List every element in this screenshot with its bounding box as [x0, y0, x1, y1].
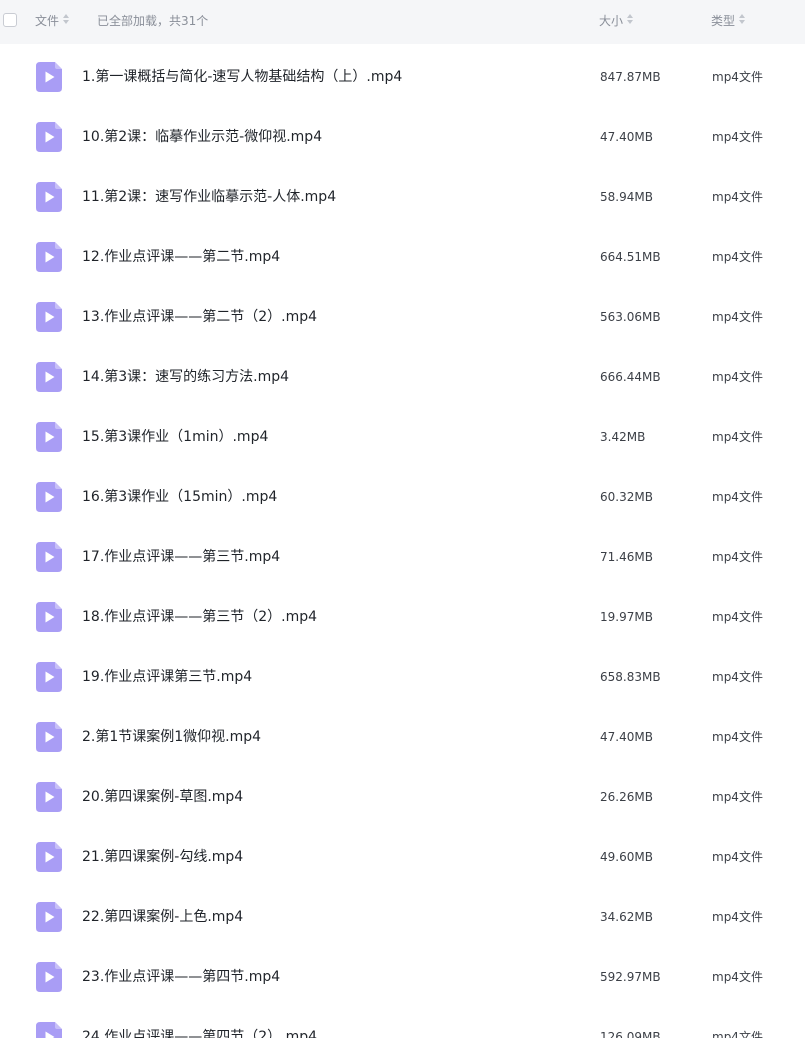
file-row[interactable]: 10.第2课：临摹作业示范-微仰视.mp4 47.40MB mp4文件: [0, 107, 805, 167]
video-file-icon: [36, 422, 62, 452]
file-row[interactable]: 11.第2课：速写作业临摹示范-人体.mp4 58.94MB mp4文件: [0, 167, 805, 227]
file-size: 658.83MB: [600, 670, 661, 684]
file-size: 126.09MB: [600, 1030, 661, 1038]
file-type: mp4文件: [712, 490, 763, 504]
file-type: mp4文件: [712, 190, 763, 204]
file-type: mp4文件: [712, 970, 763, 984]
video-file-icon: [36, 362, 62, 392]
file-list: 1.第一课概括与简化-速写人物基础结构（上）.mp4 847.87MB mp4文件 1…: [0, 0, 805, 1038]
video-file-icon: [36, 122, 62, 152]
file-name[interactable]: 17.作业点评课——第三节.mp4: [82, 547, 280, 567]
file-size: 666.44MB: [600, 370, 661, 384]
video-file-icon: [36, 722, 62, 752]
file-size: 563.06MB: [600, 310, 661, 324]
file-name[interactable]: 11.第2课：速写作业临摹示范-人体.mp4: [82, 187, 336, 207]
file-type: mp4文件: [712, 430, 763, 444]
file-row[interactable]: 20.第四课案例-草图.mp4 26.26MB mp4文件: [0, 767, 805, 827]
file-name[interactable]: 22.第四课案例-上色.mp4: [82, 907, 243, 927]
file-type: mp4文件: [712, 610, 763, 624]
file-name[interactable]: 20.第四课案例-草图.mp4: [82, 787, 243, 807]
file-name[interactable]: 1.第一课概括与简化-速写人物基础结构（上）.mp4: [82, 67, 402, 87]
file-row[interactable]: 22.第四课案例-上色.mp4 34.62MB mp4文件: [0, 887, 805, 947]
file-row[interactable]: 19.作业点评课第三节.mp4 658.83MB mp4文件: [0, 647, 805, 707]
file-row[interactable]: 14.第3课：速写的练习方法.mp4 666.44MB mp4文件: [0, 347, 805, 407]
file-name[interactable]: 15.第3课作业（1min）.mp4: [82, 427, 268, 447]
file-type: mp4文件: [712, 790, 763, 804]
file-type: mp4文件: [712, 910, 763, 924]
video-file-icon: [36, 782, 62, 812]
file-row[interactable]: 15.第3课作业（1min）.mp4 3.42MB mp4文件: [0, 407, 805, 467]
file-name[interactable]: 18.作业点评课——第三节（2）.mp4: [82, 607, 317, 627]
file-name[interactable]: 12.作业点评课——第二节.mp4: [82, 247, 280, 267]
video-file-icon: [36, 602, 62, 632]
file-row[interactable]: 13.作业点评课——第二节（2）.mp4 563.06MB mp4文件: [0, 287, 805, 347]
file-type: mp4文件: [712, 550, 763, 564]
video-file-icon: [36, 482, 62, 512]
video-file-icon: [36, 242, 62, 272]
file-row[interactable]: 21.第四课案例-勾线.mp4 49.60MB mp4文件: [0, 827, 805, 887]
video-file-icon: [36, 842, 62, 872]
file-type: mp4文件: [712, 1030, 763, 1038]
file-size: 19.97MB: [600, 610, 653, 624]
file-row[interactable]: 18.作业点评课——第三节（2）.mp4 19.97MB mp4文件: [0, 587, 805, 647]
video-file-icon: [36, 962, 62, 992]
file-name[interactable]: 14.第3课：速写的练习方法.mp4: [82, 367, 289, 387]
file-type: mp4文件: [712, 730, 763, 744]
video-file-icon: [36, 902, 62, 932]
file-row[interactable]: 23.作业点评课——第四节.mp4 592.97MB mp4文件: [0, 947, 805, 1007]
video-file-icon: [36, 662, 62, 692]
file-row[interactable]: 16.第3课作业（15min）.mp4 60.32MB mp4文件: [0, 467, 805, 527]
file-size: 47.40MB: [600, 130, 653, 144]
file-size: 60.32MB: [600, 490, 653, 504]
file-size: 847.87MB: [600, 70, 661, 84]
file-size: 3.42MB: [600, 430, 646, 444]
file-row[interactable]: 1.第一课概括与简化-速写人物基础结构（上）.mp4 847.87MB mp4文件: [0, 47, 805, 107]
file-name[interactable]: 2.第1节课案例1微仰视.mp4: [82, 727, 261, 747]
file-name[interactable]: 24.作业点评课——第四节（2）.mp4: [82, 1027, 317, 1038]
video-file-icon: [36, 302, 62, 332]
file-size: 592.97MB: [600, 970, 661, 984]
file-type: mp4文件: [712, 310, 763, 324]
file-type: mp4文件: [712, 70, 763, 84]
file-type: mp4文件: [712, 370, 763, 384]
file-name[interactable]: 10.第2课：临摹作业示范-微仰视.mp4: [82, 127, 322, 147]
file-type: mp4文件: [712, 670, 763, 684]
file-name[interactable]: 21.第四课案例-勾线.mp4: [82, 847, 243, 867]
file-size: 49.60MB: [600, 850, 653, 864]
file-name[interactable]: 23.作业点评课——第四节.mp4: [82, 967, 280, 987]
video-file-icon: [36, 182, 62, 212]
file-size: 26.26MB: [600, 790, 653, 804]
file-size: 71.46MB: [600, 550, 653, 564]
video-file-icon: [36, 542, 62, 572]
file-name[interactable]: 19.作业点评课第三节.mp4: [82, 667, 252, 687]
file-size: 58.94MB: [600, 190, 653, 204]
file-type: mp4文件: [712, 850, 763, 864]
file-row[interactable]: 2.第1节课案例1微仰视.mp4 47.40MB mp4文件: [0, 707, 805, 767]
file-type: mp4文件: [712, 250, 763, 264]
file-row[interactable]: 17.作业点评课——第三节.mp4 71.46MB mp4文件: [0, 527, 805, 587]
file-name[interactable]: 13.作业点评课——第二节（2）.mp4: [82, 307, 317, 327]
file-type: mp4文件: [712, 130, 763, 144]
file-row[interactable]: 12.作业点评课——第二节.mp4 664.51MB mp4文件: [0, 227, 805, 287]
file-row[interactable]: 24.作业点评课——第四节（2）.mp4 126.09MB mp4文件: [0, 1007, 805, 1038]
video-file-icon: [36, 62, 62, 92]
file-size: 664.51MB: [600, 250, 661, 264]
file-size: 34.62MB: [600, 910, 653, 924]
file-size: 47.40MB: [600, 730, 653, 744]
file-name[interactable]: 16.第3课作业（15min）.mp4: [82, 487, 277, 507]
video-file-icon: [36, 1022, 62, 1038]
